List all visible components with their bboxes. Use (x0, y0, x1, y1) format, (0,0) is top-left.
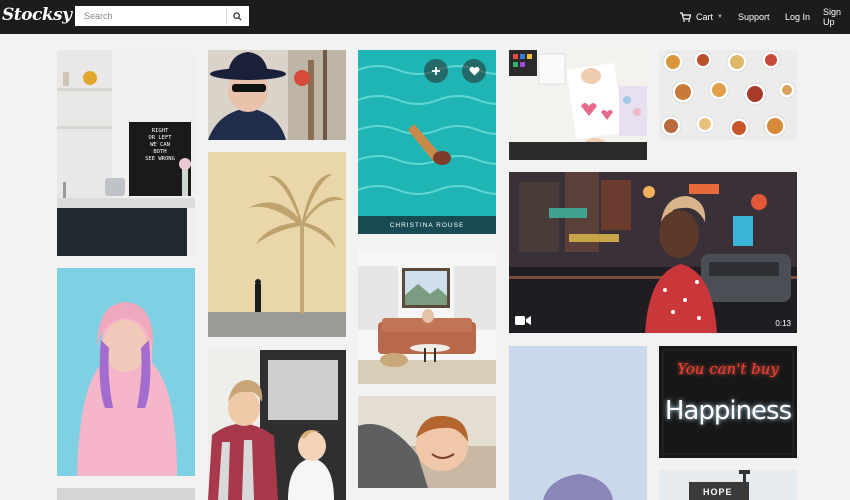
chevron-down-icon: ▼ (717, 14, 723, 20)
pink-hoodie-photo (57, 268, 195, 476)
photo-tile-mother-baby[interactable] (208, 350, 346, 500)
cart-icon (680, 12, 691, 22)
plus-icon (432, 67, 440, 75)
like-button[interactable] (462, 59, 486, 83)
video-tile-city-night[interactable]: 0:13 (509, 172, 797, 333)
photo-tile-child-face[interactable] (358, 396, 496, 488)
neon-line-2: Happiness (664, 396, 792, 426)
child-face-photo (358, 396, 496, 488)
add-to-lightbox-button[interactable] (424, 59, 448, 83)
palm-shadow-photo (208, 152, 346, 337)
support-link[interactable]: Support (738, 0, 770, 34)
living-room-photo (358, 250, 496, 384)
top-navigation-bar: Stocksy Cart ▼ Support Log In Sign Up (0, 0, 850, 34)
food-bowls-photo (659, 50, 797, 140)
photo-tile-food-bowls[interactable] (659, 50, 797, 140)
search-icon (233, 11, 242, 21)
city-night-video-frame (509, 172, 797, 333)
cart-menu[interactable]: Cart ▼ (680, 0, 723, 34)
video-camera-icon (515, 316, 531, 325)
hope-sign-text: HOPE (703, 487, 733, 497)
heart-icon (469, 66, 479, 76)
photo-tile-pool[interactable]: CHRISTINA ROUSE (358, 50, 496, 234)
login-link[interactable]: Log In (785, 0, 810, 34)
neon-line-1: You can't buy (677, 360, 779, 378)
photo-tile-painting[interactable] (509, 50, 647, 160)
photo-tile-pink-hoodie[interactable] (57, 268, 195, 476)
photo-tile-kitchen[interactable]: RIGHT OR LEFT WE CAN BOTH SEE WRONG (57, 50, 195, 256)
mother-and-baby-photo (208, 350, 346, 500)
man-in-hat-photo (208, 50, 346, 140)
photographer-caption[interactable]: CHRISTINA ROUSE (358, 216, 496, 234)
photo-tile-living-room[interactable] (358, 250, 496, 384)
partial-photo (57, 488, 195, 500)
stocksy-logo[interactable]: Stocksy (2, 5, 72, 25)
letter-board-text: RIGHT OR LEFT WE CAN BOTH SEE WRONG (145, 128, 175, 162)
photo-tile-blue-portrait[interactable] (509, 346, 647, 500)
photo-tile-palm-shadow[interactable] (208, 152, 346, 337)
video-duration: 0:13 (775, 319, 791, 328)
photo-tile-partial-1[interactable] (57, 488, 195, 500)
photo-tile-neon-sign[interactable]: You can't buy Happiness (659, 346, 797, 458)
blue-portrait-photo (509, 346, 647, 500)
photo-tile-man-hat[interactable] (208, 50, 346, 140)
search-box (75, 6, 249, 26)
signup-link[interactable]: Sign Up (823, 0, 850, 34)
kids-painting-photo (509, 50, 647, 160)
photo-tile-hope-sign[interactable]: HOPE (659, 470, 797, 500)
search-input[interactable] (76, 7, 226, 25)
search-button[interactable] (226, 7, 248, 25)
cart-label: Cart (696, 12, 714, 22)
